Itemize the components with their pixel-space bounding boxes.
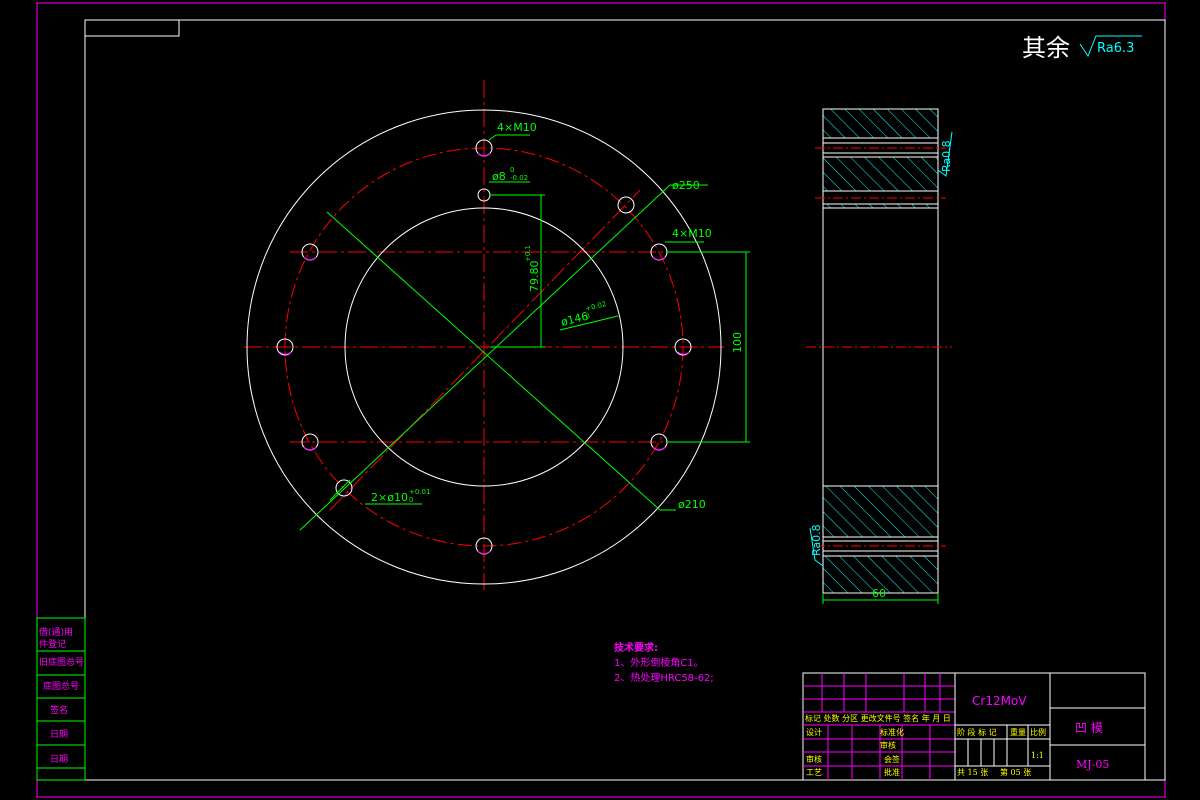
m10-leader [488, 134, 497, 141]
diagonal-centerline [329, 189, 641, 511]
countersign-label: 会签 [884, 754, 900, 764]
standardize-label: 标准化 [880, 727, 904, 737]
revision-grid [803, 673, 955, 780]
drawing-number: MJ-05 [1076, 758, 1109, 771]
corner-box [84, 19, 180, 37]
side-view: 60 Ra0.8 Ra0.8 [806, 108, 953, 604]
sheet-number: 第 05 张 [1000, 767, 1031, 777]
left-label: 签名 [50, 704, 68, 716]
dim-250-leader [326, 211, 661, 511]
scale-value: 1:1 [1031, 751, 1044, 760]
revision-header: 标记 处数 分区 更改文件号 签名 年 月 日 [805, 713, 951, 723]
tech-title: 技术要求: [614, 641, 658, 654]
dowel-leader [329, 479, 351, 501]
left-label: 件登记 [39, 638, 66, 650]
dim-146-tol-lower: 0 [585, 312, 591, 321]
left-label: 借(通)用 [39, 626, 73, 638]
dim-100: 100 [731, 332, 744, 353]
cad-drawing-sheet: 其余 Ra6.3 4×M10 ø8 0 -0.02 ø250 4×M10 ø21… [36, 2, 1166, 798]
process-label: 工艺 [806, 768, 822, 777]
dim-146-tol-upper: +0.02 [585, 300, 608, 313]
tech-item-1: 1、外形倒棱角C1。 [614, 656, 704, 669]
dim-pin-hole: ø8 [492, 170, 506, 183]
front-dimension-text: 4×M10 ø8 0 -0.02 ø250 4×M10 ø210 100 79.… [371, 121, 744, 511]
stage-label: 阶 段 标 记 [957, 727, 997, 737]
side-width-text: 60 [872, 587, 886, 600]
dim-m10-right: 4×M10 [672, 227, 712, 240]
dim-m10-top: 4×M10 [497, 121, 537, 134]
dim-dowel-tol-lower: 0 [409, 496, 413, 504]
dim-pin-tol-lower: -0.02 [510, 174, 528, 182]
left-label: 日期 [50, 754, 68, 765]
surface-finish-note: 其余 Ra6.3 [1022, 34, 1142, 62]
hatch-top-1 [822, 108, 939, 139]
material: Cr12MoV [972, 694, 1027, 708]
std-check-label: 审核 [880, 740, 896, 750]
dim-79-8: 79.80 [528, 261, 541, 293]
sheet-count: 共 15 张 [957, 768, 988, 777]
dim-79-8-tol: +0.1 [524, 245, 532, 262]
left-strip: 借(通)用 件登记 旧底图总号 底图总号 签名 日期 日期 [36, 617, 86, 781]
title-block: 标记 处数 分区 更改文件号 签名 年 月 日 设计 标准化 审核 工艺 审核 … [802, 672, 1146, 781]
side-ra-bottom: Ra0.8 [810, 524, 823, 556]
hatch-top-3 [822, 203, 939, 209]
side-ra-top: Ra0.8 [940, 140, 953, 172]
outer-frame [36, 2, 1166, 798]
part-name: 凹 模 [1075, 721, 1103, 735]
approve-label: 批准 [884, 767, 900, 777]
design-label: 设计 [806, 727, 822, 737]
dim-dowel-tol-upper: +0.01 [409, 488, 430, 496]
hatch-bottom-1 [822, 485, 939, 538]
tech-item-2: 2、热处理HRC58-62; [614, 671, 714, 684]
hatch-top-2 [822, 156, 939, 192]
left-label: 底图总号 [43, 680, 79, 692]
scale-label: 比例 [1030, 727, 1046, 737]
dowel-hole [617, 196, 635, 214]
dim-250: ø250 [672, 179, 700, 192]
weight-label: 重量 [1010, 727, 1026, 737]
left-label: 日期 [50, 729, 68, 740]
dim-pin-tol-upper: 0 [510, 166, 514, 174]
dim-dowel: 2×ø10 [371, 491, 408, 504]
left-label: 旧底图总号 [39, 656, 84, 668]
tech-requirements: 技术要求: 1、外形倒棱角C1。 2、热处理HRC58-62; [614, 641, 714, 684]
dim-210: ø210 [678, 498, 706, 511]
review-label: 审核 [806, 754, 822, 764]
finish-ra: Ra6.3 [1097, 41, 1134, 56]
dim-210-leader [299, 184, 671, 531]
front-view: 4×M10 ø8 0 -0.02 ø250 4×M10 ø210 100 79.… [244, 80, 750, 590]
finish-label: 其余 [1022, 34, 1070, 62]
